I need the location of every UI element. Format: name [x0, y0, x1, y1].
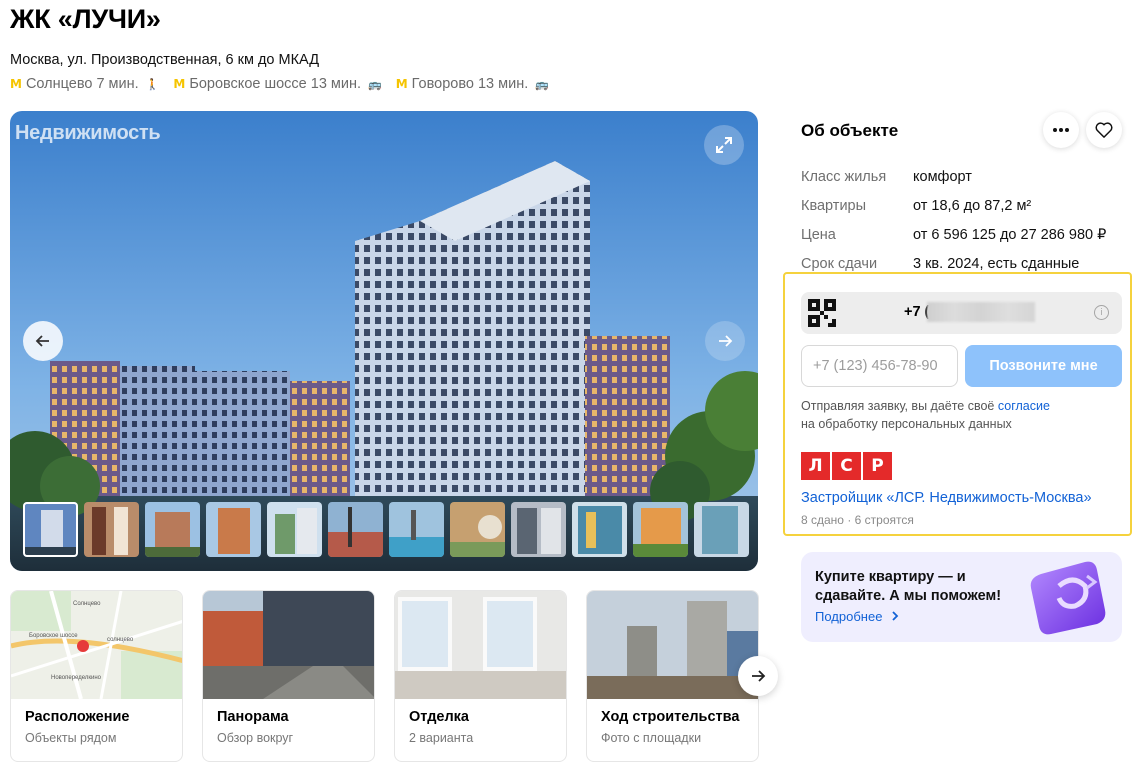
card-title: Ход строительства	[601, 709, 740, 725]
promo-banner[interactable]: Купите квартиру — и сдавайте. А мы помож…	[801, 552, 1122, 642]
thumbnail[interactable]	[23, 502, 78, 557]
metro-station-name: Солнцево	[25, 76, 93, 92]
consent-link[interactable]: согласие	[998, 399, 1050, 413]
thumbnail[interactable]	[145, 502, 200, 557]
map-label: Новопеределкино	[51, 675, 102, 681]
map-thumbnail: Солнцево Боровское шоссе солнцево Новопе…	[11, 591, 182, 699]
phone-number-hidden	[927, 302, 1035, 322]
card-subtitle: 2 варианта	[409, 731, 474, 745]
spec-key: Квартиры	[801, 197, 867, 214]
chevron-right-icon	[892, 611, 899, 621]
metro-icon: M	[173, 77, 186, 91]
phone-input[interactable]	[801, 345, 958, 387]
qr-code-icon	[808, 299, 836, 327]
metro-station-name: Говорово	[411, 76, 474, 92]
metro-icon: M	[395, 77, 408, 91]
thumbnail[interactable]	[633, 502, 688, 557]
card-title: Панорама	[217, 709, 289, 725]
spec-row: Класс жилья комфорт	[801, 162, 1121, 191]
construction-thumbnail	[587, 591, 758, 699]
about-title: Об объекте	[801, 121, 899, 140]
spec-row: Цена от 6 596 125 до 27 286 980 ₽	[801, 220, 1121, 249]
map-label: Боровское шоссе	[29, 633, 78, 639]
spec-key: Класс жилья	[801, 168, 887, 185]
gallery-prev-button[interactable]	[23, 321, 63, 361]
metro-station-name: Боровское шоссе	[189, 76, 307, 92]
thumbnail[interactable]	[511, 502, 566, 557]
metro-station[interactable]: M Солнцево 7 мин. 🚶	[10, 76, 159, 92]
heart-icon	[1095, 122, 1113, 138]
card-title: Отделка	[409, 709, 469, 725]
spec-value: от 18,6 до 87,2 м²	[913, 197, 1032, 214]
specs-list: Класс жилья комфорт Квартиры от 18,6 до …	[801, 162, 1121, 278]
arrow-right-icon	[719, 335, 733, 347]
metro-list: M Солнцево 7 мин. 🚶 M Боровское шоссе 13…	[10, 76, 549, 92]
panorama-thumbnail	[203, 591, 374, 699]
finishing-thumbnail	[395, 591, 566, 699]
developer-logo[interactable]: Л С Р	[801, 452, 892, 480]
favorite-button[interactable]	[1086, 112, 1122, 148]
call-me-button[interactable]: Позвоните мне	[965, 345, 1122, 387]
thumbnail[interactable]	[572, 502, 627, 557]
thumbnail[interactable]	[389, 502, 444, 557]
thumbnail[interactable]	[450, 502, 505, 557]
thumbnail[interactable]	[328, 502, 383, 557]
thumbnail[interactable]	[694, 502, 749, 557]
card-subtitle: Фото с площадки	[601, 731, 702, 745]
spec-value: комфорт	[913, 168, 972, 185]
arrow-right-icon	[752, 670, 766, 682]
arrow-left-icon	[35, 335, 49, 347]
bus-icon: 🚌	[368, 77, 382, 91]
spec-key: Срок сдачи	[801, 255, 878, 272]
thumbnail[interactable]	[206, 502, 261, 557]
address: Москва, ул. Производственная, 6 км до МК…	[10, 52, 320, 68]
spec-key: Цена	[801, 226, 836, 243]
card-title: Расположение	[25, 709, 130, 725]
wallet-illustration	[1030, 561, 1106, 635]
expand-icon	[716, 137, 732, 153]
metro-time: 13 мин.	[310, 76, 362, 92]
thumbnail[interactable]	[267, 502, 322, 557]
expand-button[interactable]	[704, 125, 744, 165]
page-title: ЖК «ЛУЧИ»	[10, 4, 161, 34]
card-subtitle: Обзор вокруг	[217, 731, 294, 745]
spec-value: 3 кв. 2024, есть сданные	[913, 255, 1080, 272]
promo-link[interactable]: Подробнее	[815, 609, 899, 624]
metro-time: 13 мин.	[477, 76, 529, 92]
thumbnail-strip	[23, 502, 749, 557]
consent-text: Отправляя заявку, вы даёте своё согласие…	[801, 399, 1050, 431]
feature-cards: Солнцево Боровское шоссе солнцево Новопе…	[10, 590, 759, 762]
show-phone-button[interactable]: +7 (9 i	[801, 292, 1122, 334]
cards-next-button[interactable]	[738, 656, 778, 696]
info-icon[interactable]: i	[1094, 305, 1109, 320]
card-panorama[interactable]: Панорама Обзор вокруг	[202, 590, 375, 762]
more-button[interactable]	[1043, 112, 1079, 148]
watermark: Недвижимость	[15, 122, 161, 144]
card-location[interactable]: Солнцево Боровское шоссе солнцево Новопе…	[10, 590, 183, 762]
metro-station[interactable]: M Говорово 13 мин. 🚌	[396, 76, 549, 92]
card-subtitle: Объекты рядом	[25, 731, 117, 745]
spec-value: от 6 596 125 до 27 286 980 ₽	[913, 226, 1107, 243]
developer-link[interactable]: Застройщик «ЛСР. Недвижимость-Москва»	[801, 490, 1092, 506]
developer-stats: 8 сдано · 6 строятся	[801, 513, 914, 527]
map-label: солнцево	[107, 637, 134, 643]
bus-icon: 🚌	[535, 77, 549, 91]
promo-text: Купите квартиру — и сдавайте. А мы помож…	[815, 569, 1002, 604]
metro-icon: M	[10, 77, 22, 91]
metro-station[interactable]: M Боровское шоссе 13 мин. 🚌	[173, 76, 381, 92]
walk-icon: 🚶	[145, 77, 160, 91]
photo-gallery[interactable]: Недвижимость	[10, 111, 758, 571]
gallery-next-button[interactable]	[705, 321, 745, 361]
thumbnail[interactable]	[84, 502, 139, 557]
spec-row: Квартиры от 18,6 до 87,2 м²	[801, 191, 1121, 220]
card-construction[interactable]: Ход строительства Фото с площадки	[586, 590, 759, 762]
map-label: Солнцево	[73, 601, 101, 607]
metro-time: 7 мин.	[96, 76, 139, 92]
card-finishing[interactable]: Отделка 2 варианта	[394, 590, 567, 762]
more-icon	[1053, 128, 1069, 132]
